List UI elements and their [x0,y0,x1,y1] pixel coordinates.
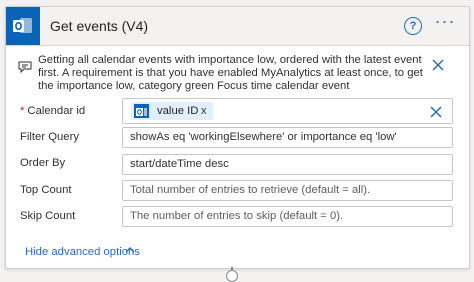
top-count-field[interactable]: Total number of entries to retrieve (def… [122,180,453,201]
skip-count-field[interactable]: The number of entries to skip (default =… [122,206,453,227]
token-remove-icon[interactable]: x [201,102,207,120]
dynamic-content-token[interactable]: value ID x [131,102,213,120]
chevron-up-icon[interactable] [124,245,136,255]
action-description: Getting all calendar events with importa… [38,54,423,92]
comment-icon [18,61,32,73]
filter-query-field[interactable]: showAs eq 'workingElsewhere' or importan… [122,127,453,148]
top-count-placeholder: Total number of entries to retrieve (def… [130,184,371,196]
order-by-label: Order By [20,157,66,169]
skip-count-label: Skip Count [20,210,76,222]
add-step-connector[interactable] [226,270,238,282]
skip-count-placeholder: The number of entries to skip (default =… [130,210,344,222]
outlook-token-icon [134,104,149,118]
outlook-icon [6,7,40,45]
required-marker: * [20,105,25,117]
more-options-icon[interactable]: ··· [434,12,456,32]
calendar-id-field[interactable]: value ID x [122,98,453,124]
calendar-id-label-text: Calendar id [27,105,86,117]
help-icon[interactable]: ? [404,17,422,35]
order-by-field[interactable]: start/dateTime desc [122,154,453,175]
token-label: value ID [157,105,199,117]
hide-advanced-options-link[interactable]: Hide advanced options [25,246,140,258]
close-description-icon[interactable] [430,57,446,73]
action-card: Get events (V4) ? ··· Getting all calend… [5,6,470,269]
filter-query-label: Filter Query [20,131,80,143]
card-header[interactable]: Get events (V4) ? ··· [6,7,469,46]
clear-field-icon[interactable] [429,105,443,119]
action-title: Get events (V4) [50,18,149,34]
calendar-id-label: * Calendar id [20,105,85,117]
top-count-label: Top Count [20,184,72,196]
